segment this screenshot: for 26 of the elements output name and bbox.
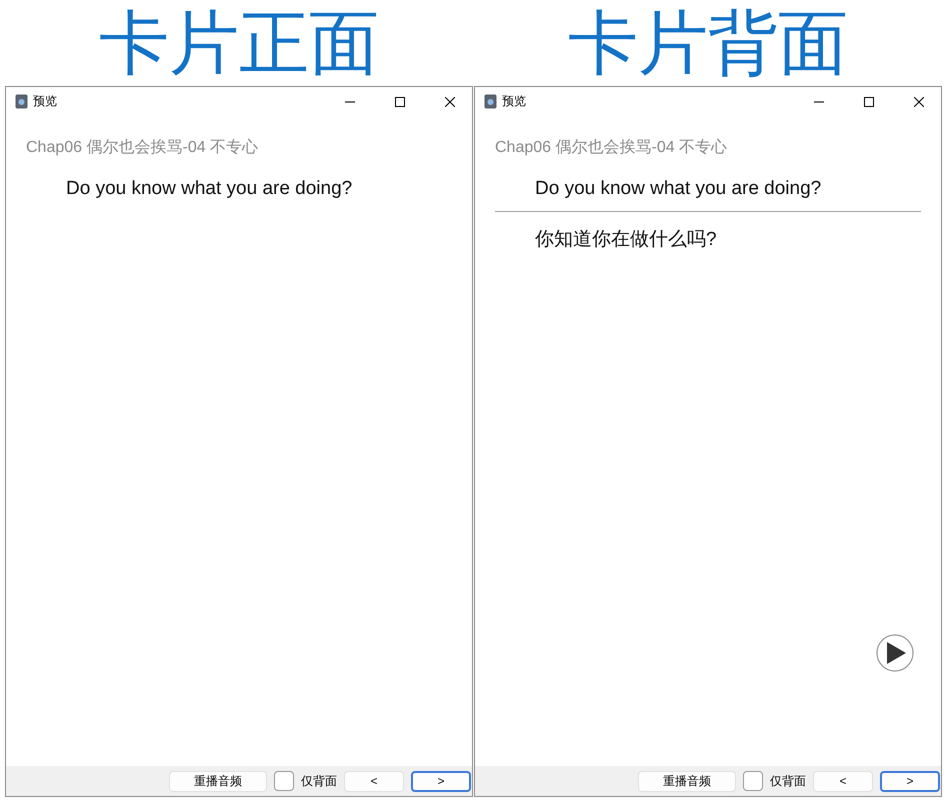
- close-icon[interactable]: [914, 96, 924, 106]
- window-title: 预览: [33, 93, 58, 110]
- maximize-icon[interactable]: [394, 96, 404, 106]
- panel-heading: 卡片正面: [98, 1, 380, 86]
- checkbox-label: 仅背面: [301, 772, 337, 790]
- replay-audio-button[interactable]: 重播音频: [169, 770, 267, 792]
- maximize-icon[interactable]: [864, 96, 874, 106]
- app-icon: [15, 94, 28, 109]
- previous-button[interactable]: <: [344, 770, 404, 792]
- panel-heading: 卡片背面: [567, 1, 849, 86]
- replay-audio-button[interactable]: 重播音频: [638, 770, 736, 792]
- play-icon[interactable]: [876, 634, 914, 672]
- next-button[interactable]: >: [880, 770, 940, 792]
- card-question: Do you know what you are doing?: [66, 178, 354, 200]
- deck-title: Chap06 偶尔也会挨骂-04 不专心: [495, 138, 728, 158]
- back-only-checkbox[interactable]: [743, 771, 763, 791]
- deck-title: Chap06 偶尔也会挨骂-04 不专心: [26, 138, 260, 158]
- previous-button[interactable]: <: [813, 770, 873, 792]
- card-question: Do you know what you are doing?: [535, 178, 822, 200]
- app-icon: [484, 94, 497, 109]
- card-answer: 你知道你在做什么吗?: [535, 228, 718, 252]
- close-icon[interactable]: [444, 96, 454, 106]
- window-title: 预览: [502, 93, 527, 110]
- back-only-checkbox[interactable]: [274, 771, 294, 791]
- next-button[interactable]: >: [411, 770, 471, 792]
- checkbox-label: 仅背面: [770, 772, 806, 790]
